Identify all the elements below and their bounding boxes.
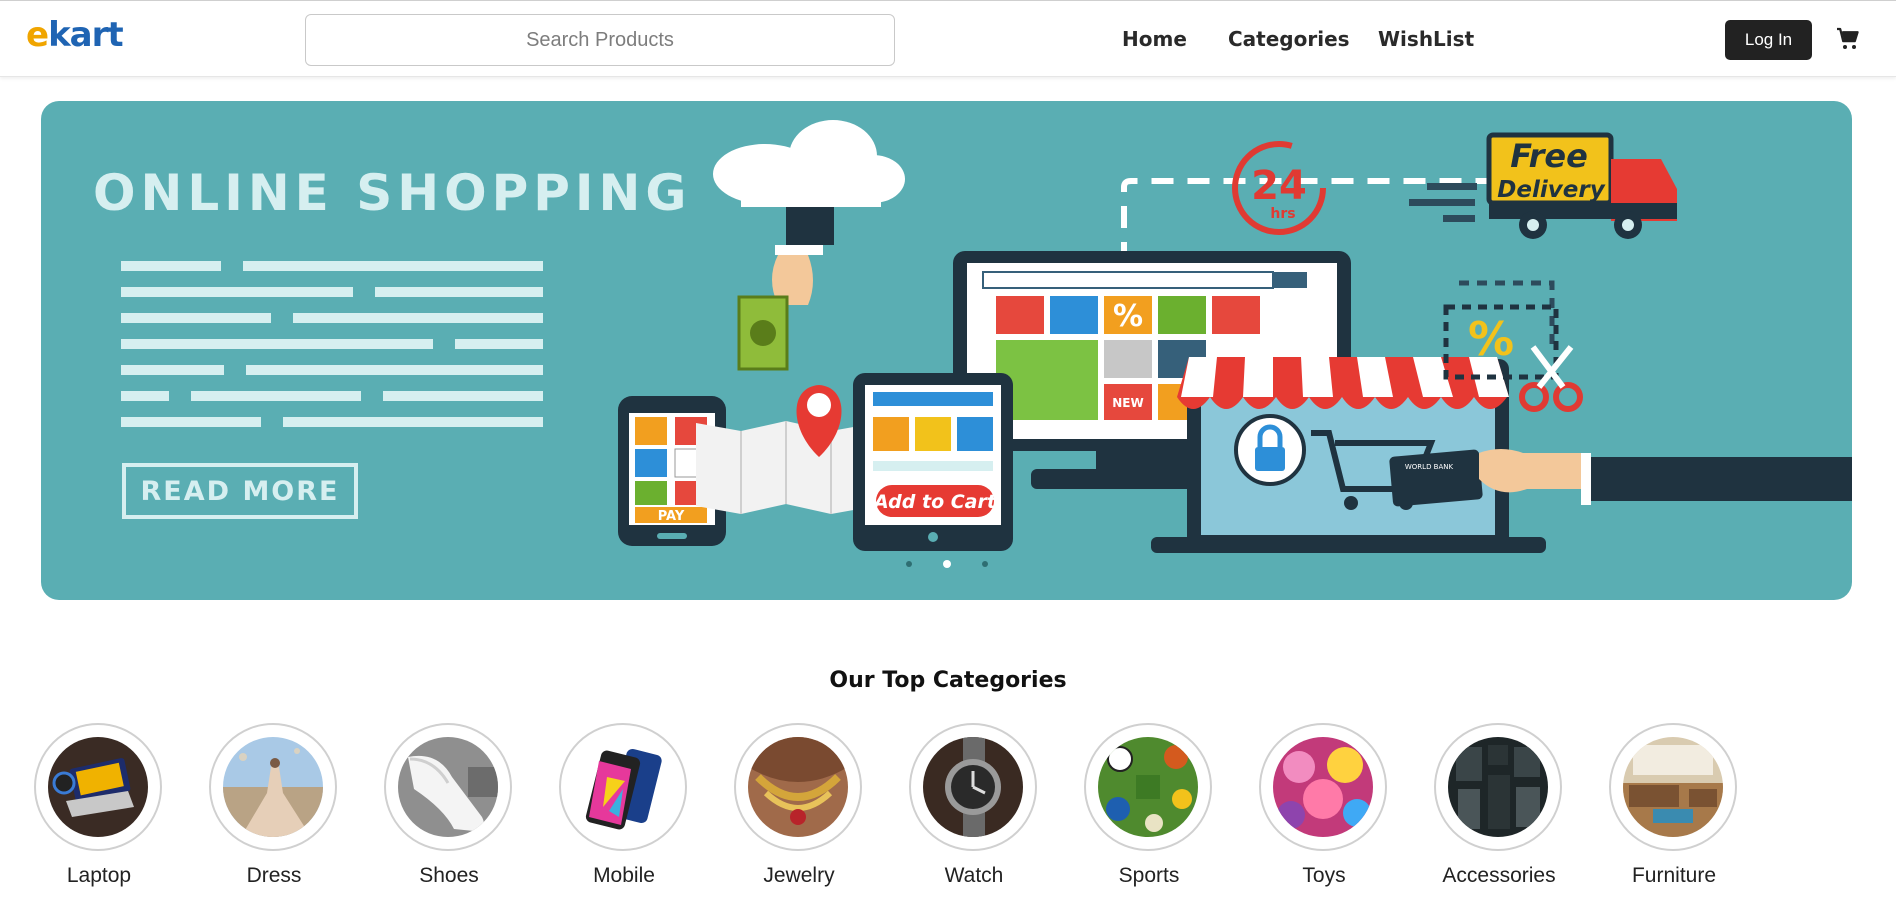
category-label[interactable]: Furniture (1579, 864, 1769, 888)
nav-wishlist-link[interactable]: WishList (1378, 27, 1474, 51)
free-delivery-line2: Delivery (1497, 177, 1605, 203)
carousel-dots (906, 560, 988, 571)
furniture-icon (1623, 737, 1723, 837)
hours-number: 24 (1251, 163, 1307, 209)
shoes-icon (398, 737, 498, 837)
nav-home-link[interactable]: Home (1122, 27, 1187, 51)
category-image-frame[interactable] (1609, 723, 1737, 851)
add-to-cart-label: Add to Cart (872, 491, 997, 513)
category-label[interactable]: Dress (179, 864, 369, 888)
laptop-store-icon: WORLD BANK (1151, 357, 1852, 553)
card-bank-label: WORLD BANK (1405, 463, 1454, 471)
category-label[interactable]: Shoes (354, 864, 544, 888)
banner-text-lines (121, 261, 543, 427)
login-button[interactable]: Log In (1725, 20, 1812, 60)
cloud-payment-icon (713, 120, 905, 371)
hours-24-icon: 24 hrs (1232, 141, 1326, 235)
carousel-dot-2[interactable] (943, 560, 951, 568)
laptop-icon (48, 737, 148, 837)
category-label[interactable]: Laptop (4, 864, 194, 888)
category-image-frame[interactable] (1434, 723, 1562, 851)
tablet-icon: Add to Cart (853, 373, 1013, 551)
category-image-frame[interactable] (909, 723, 1037, 851)
banner-title: ONLINE SHOPPING (93, 164, 692, 222)
category-label[interactable]: Accessories (1404, 864, 1594, 888)
category-label[interactable]: Sports (1054, 864, 1244, 888)
search-box[interactable] (305, 14, 895, 66)
ekart-logo[interactable]: ekart (26, 15, 124, 55)
coupon-percent: % (1468, 312, 1514, 366)
category-label[interactable]: Toys (1229, 864, 1419, 888)
pay-label: PAY (658, 509, 685, 524)
cart-icon[interactable] (1836, 27, 1860, 51)
category-image-frame[interactable] (1084, 723, 1212, 851)
category-label[interactable]: Watch (879, 864, 1069, 888)
delivery-truck-icon: Free Delivery (1409, 132, 1677, 239)
hero-banner[interactable]: 24 hrs Free Delivery % NEW WORLD BANK % … (41, 101, 1852, 600)
carousel-dot-1[interactable] (906, 561, 912, 567)
mobile-icon (573, 737, 673, 837)
category-image-frame[interactable] (384, 723, 512, 851)
search-input[interactable] (306, 15, 894, 65)
free-delivery-line1: Free (1510, 137, 1588, 175)
logo-text: ekart (26, 15, 124, 55)
category-image-frame[interactable] (1259, 723, 1387, 851)
nav-categories-link[interactable]: Categories (1228, 27, 1350, 51)
hours-unit: hrs (1270, 206, 1295, 222)
category-image-frame[interactable] (34, 723, 162, 851)
dress-icon (223, 737, 323, 837)
carousel-dot-3[interactable] (982, 561, 988, 567)
percent-tile: % (1113, 299, 1143, 334)
category-image-frame[interactable] (559, 723, 687, 851)
sports-icon (1098, 737, 1198, 837)
category-label[interactable]: Mobile (529, 864, 719, 888)
watch-icon (923, 737, 1023, 837)
toys-icon (1273, 737, 1373, 837)
category-image-frame[interactable] (734, 723, 862, 851)
category-image-frame[interactable] (209, 723, 337, 851)
jewelry-icon (748, 737, 848, 837)
accessories-icon (1448, 737, 1548, 837)
section-title-top-categories: Our Top Categories (829, 668, 1067, 693)
new-tile: NEW (1112, 396, 1143, 410)
top-header: ekart Home Categories WishList Log In (0, 0, 1896, 77)
category-label[interactable]: Jewelry (704, 864, 894, 888)
read-more-button[interactable]: READ MORE (122, 463, 358, 519)
